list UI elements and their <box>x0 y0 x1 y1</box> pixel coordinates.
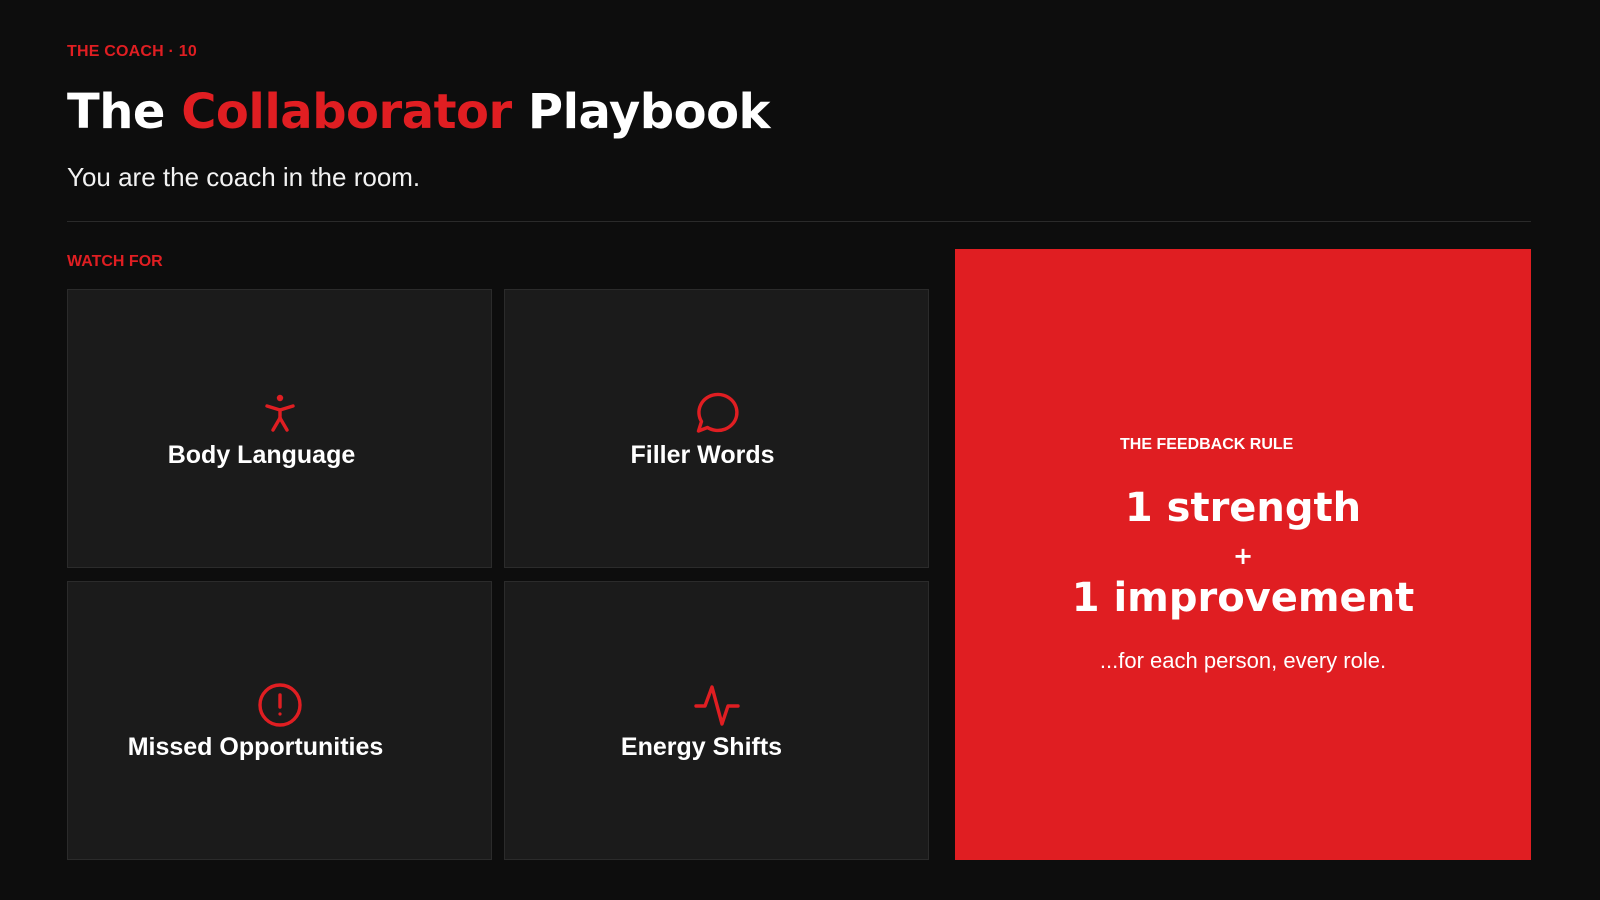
speech-bubble-icon <box>691 387 743 439</box>
alert-circle-icon <box>254 679 306 731</box>
title-accent: Collaborator <box>181 84 512 140</box>
feedback-rule-panel: THE FEEDBACK RULE 1 strength + 1 improve… <box>955 249 1531 860</box>
feedback-rule-plus: + <box>1232 542 1254 570</box>
watch-card-label: Filler Words <box>630 441 775 469</box>
watch-card-filler-words: Filler Words <box>504 289 929 568</box>
title-prefix: The <box>67 84 182 140</box>
watch-card-energy-shifts: Energy Shifts <box>504 581 929 860</box>
watch-for-label: WATCH FOR <box>67 253 163 270</box>
feedback-rule-note: ...for each person, every role. <box>1099 648 1387 673</box>
pulse-icon <box>691 679 743 731</box>
header-divider <box>67 221 1531 222</box>
page-subtitle: You are the coach in the room. <box>67 162 421 192</box>
watch-for-grid: Body Language Filler Words Missed Opport… <box>67 289 929 860</box>
feedback-rule-strength: 1 strength <box>1124 485 1362 531</box>
person-icon <box>254 387 306 439</box>
playbook-slide: THE COACH · 10 The Collaborator Playbook… <box>67 0 1531 900</box>
watch-card-missed-opportunities: Missed Opportunities <box>67 581 492 860</box>
watch-card-body-language: Body Language <box>67 289 492 568</box>
page-title: The Collaborator Playbook <box>67 84 770 140</box>
feedback-rule-improvement: 1 improvement <box>1071 575 1415 621</box>
feedback-rule-label: THE FEEDBACK RULE <box>1120 436 1294 453</box>
watch-card-label: Missed Opportunities <box>127 733 384 761</box>
eyebrow-label: THE COACH · 10 <box>67 43 197 60</box>
watch-card-label: Body Language <box>167 441 356 469</box>
title-suffix: Playbook <box>511 84 771 140</box>
watch-card-label: Energy Shifts <box>620 733 783 761</box>
